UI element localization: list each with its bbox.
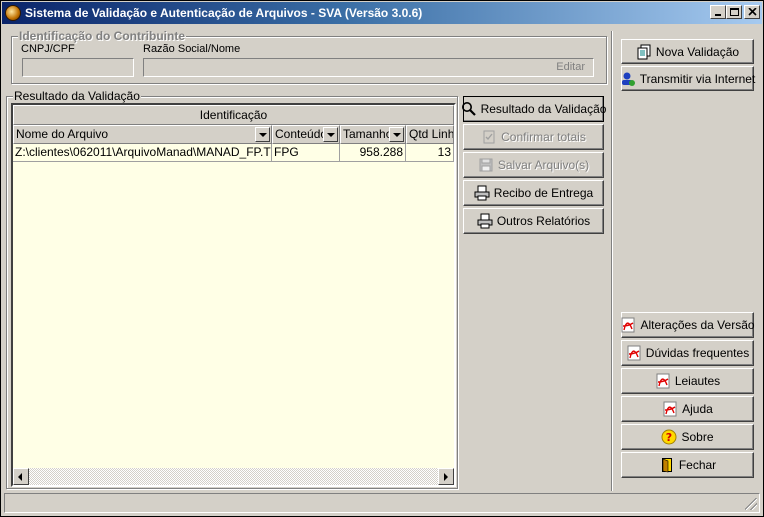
cell-nome: Z:\clientes\062011\ArquivoManad\MANAD_FP… xyxy=(13,144,272,162)
sobre-button[interactable]: ? Sobre xyxy=(621,424,754,450)
cell-tamanho: 958.288 xyxy=(340,144,406,162)
alteracoes-versao-label: Alterações da Versão xyxy=(640,318,755,332)
column-header-linhas-label: Qtd Linhas xyxy=(409,127,454,141)
outros-relatorios-button[interactable]: Outros Relatórios xyxy=(463,208,604,234)
scroll-right-button[interactable] xyxy=(438,468,454,485)
razao-social-label: Razão Social/Nome xyxy=(143,43,241,55)
maximize-icon xyxy=(730,8,739,16)
title-bar[interactable]: Sistema de Validação e Autenticação de A… xyxy=(2,2,762,24)
validation-grid[interactable]: Identificação Nome do Arquivo Conteúdo T… xyxy=(11,103,456,487)
minimize-button[interactable] xyxy=(710,5,726,19)
documents-icon xyxy=(637,44,651,59)
pdf-icon xyxy=(621,317,635,333)
resultado-validacao-label: Resultado da Validação xyxy=(480,102,607,116)
pdf-icon xyxy=(627,345,641,361)
leiautes-button[interactable]: Leiautes xyxy=(621,368,754,394)
cell-linhas: 13 xyxy=(406,144,454,162)
ajuda-label: Ajuda xyxy=(682,402,713,416)
chevron-down-icon[interactable] xyxy=(255,127,270,142)
column-header-conteudo-label: Conteúdo xyxy=(275,127,328,141)
salvar-arquivo-label: Salvar Arquivo(s) xyxy=(497,158,590,172)
floppy-disk-icon xyxy=(479,158,493,172)
maximize-button[interactable] xyxy=(726,5,742,19)
edit-button[interactable]: Editar xyxy=(144,59,593,76)
minimize-icon xyxy=(715,14,721,16)
nova-validacao-label: Nova Validação xyxy=(655,44,740,59)
horizontal-scrollbar[interactable] xyxy=(13,468,454,485)
confirmar-totais-button[interactable]: Confirmar totais xyxy=(463,124,604,150)
nova-validacao-button[interactable]: Nova Validação xyxy=(621,39,754,64)
sobre-label: Sobre xyxy=(681,430,714,444)
magnifier-icon xyxy=(461,102,476,116)
confirmar-totais-label: Confirmar totais xyxy=(501,130,586,144)
salvar-arquivo-button[interactable]: Salvar Arquivo(s) xyxy=(463,152,604,178)
transmitir-label: Transmitir via Internet xyxy=(639,71,756,86)
resize-grip-icon[interactable] xyxy=(745,498,757,510)
resultado-group-title: Resultado da Validação xyxy=(13,89,141,103)
pdf-icon xyxy=(663,401,677,417)
grid-super-header: Identificação xyxy=(13,105,454,125)
column-header-nome-label: Nome do Arquivo xyxy=(16,127,109,141)
chevron-down-icon[interactable] xyxy=(323,127,338,142)
column-header-conteudo[interactable]: Conteúdo xyxy=(272,125,340,144)
resultado-validacao-button[interactable]: Resultado da Validação xyxy=(461,96,607,122)
column-header-tamanho[interactable]: Tamanho xyxy=(340,125,406,144)
scroll-left-button[interactable] xyxy=(13,468,29,485)
cnpj-label: CNPJ/CPF xyxy=(21,43,75,55)
checklist-icon xyxy=(483,130,495,144)
outros-relatorios-label: Outros Relatórios xyxy=(496,214,591,228)
svg-text:?: ? xyxy=(666,431,672,444)
column-header-linhas[interactable]: Qtd Linhas xyxy=(406,125,454,144)
recibo-entrega-label: Recibo de Entrega xyxy=(493,186,594,200)
fechar-label: Fechar xyxy=(678,458,717,472)
ajuda-button[interactable]: Ajuda xyxy=(621,396,754,422)
app-window: Sistema de Validação e Autenticação de A… xyxy=(0,0,764,517)
exit-door-icon xyxy=(661,458,672,473)
grid-header-row: Nome do Arquivo Conteúdo Tamanho Qtd Lin… xyxy=(13,125,454,144)
alteracoes-versao-button[interactable]: Alterações da Versão xyxy=(621,312,755,338)
help-question-icon: ? xyxy=(661,429,677,445)
recibo-entrega-button[interactable]: Recibo de Entrega xyxy=(463,180,604,206)
scroll-track[interactable] xyxy=(29,468,438,485)
close-button[interactable] xyxy=(744,5,760,19)
column-header-tamanho-label: Tamanho xyxy=(343,127,393,141)
leiautes-label: Leiautes xyxy=(674,374,721,388)
printer-icon xyxy=(477,213,493,229)
column-separator xyxy=(611,31,613,491)
window-title: Sistema de Validação e Autenticação de A… xyxy=(25,6,423,20)
fechar-button[interactable]: Fechar xyxy=(621,452,754,478)
pdf-icon xyxy=(656,373,670,389)
app-icon xyxy=(5,5,21,21)
window-controls xyxy=(710,5,760,19)
printer-icon xyxy=(474,185,490,201)
chevron-down-icon[interactable] xyxy=(389,127,404,142)
duvidas-frequentes-label: Dúvidas frequentes xyxy=(645,346,750,360)
contribuinte-group-title: Identificação do Contribuinte xyxy=(18,29,187,43)
column-header-nome[interactable]: Nome do Arquivo xyxy=(13,125,272,144)
duvidas-frequentes-button[interactable]: Dúvidas frequentes xyxy=(621,340,754,366)
cell-conteudo: FPG xyxy=(272,144,340,162)
status-bar xyxy=(4,493,760,513)
table-row[interactable]: Z:\clientes\062011\ArquivoManad\MANAD_FP… xyxy=(13,144,454,162)
close-icon xyxy=(748,8,757,16)
network-user-icon xyxy=(621,72,635,86)
cnpj-field xyxy=(22,58,134,77)
razao-social-field: Editar xyxy=(143,58,594,77)
transmitir-button[interactable]: Transmitir via Internet xyxy=(621,66,756,91)
